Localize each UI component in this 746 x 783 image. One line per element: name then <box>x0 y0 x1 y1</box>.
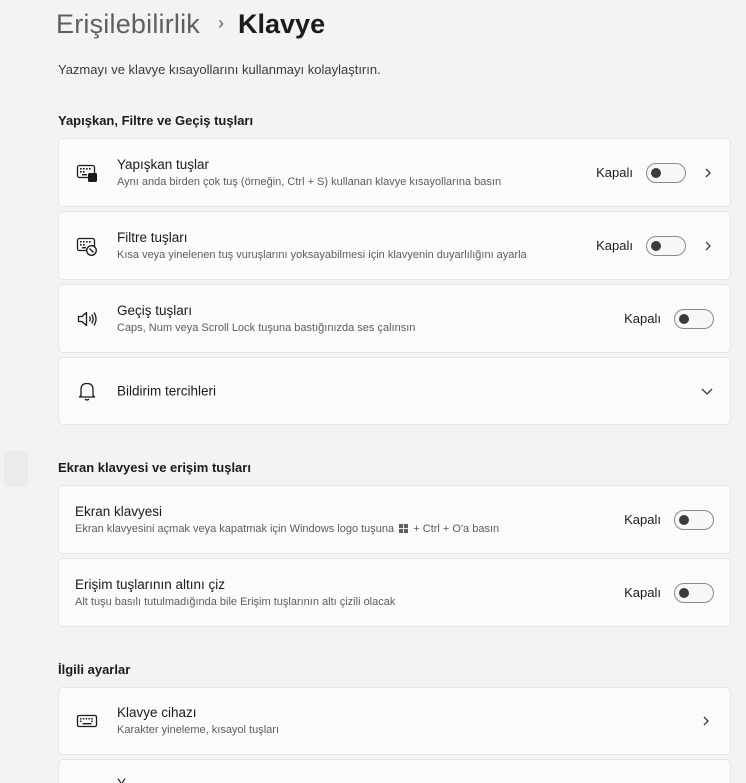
toggle-keys-state-label: Kapalı <box>624 311 661 326</box>
onscreen-keyboard-desc-part1: Ekran klavyesini açmak veya kapatmak içi… <box>75 522 395 535</box>
filter-keys-toggle[interactable] <box>646 235 686 256</box>
access-keys-controls: Kapalı <box>624 582 714 603</box>
access-keys-toggle[interactable] <box>674 582 714 603</box>
notification-preferences-text: Bildirim tercihleri <box>117 383 216 400</box>
toggle-keys-toggle[interactable] <box>674 308 714 329</box>
filter-keys-icon <box>76 235 98 257</box>
sticky-keys-card[interactable]: Yapışkan tuşlar Aynı anda birden çok tuş… <box>58 138 731 207</box>
windows-logo-icon <box>399 523 409 533</box>
toggle-knob <box>679 587 689 598</box>
toggle-knob <box>651 240 661 251</box>
sidebar-edge[interactable] <box>4 451 28 487</box>
onscreen-keyboard-state-label: Kapalı <box>624 512 661 527</box>
toggle-keys-description: Caps, Num veya Scroll Lock tuşuna bastığ… <box>117 321 416 334</box>
sticky-keys-description: Aynı anda birden çok tuş (örneğin, Ctrl … <box>117 175 502 188</box>
sticky-keys-title: Yapışkan tuşlar <box>117 156 210 172</box>
section-title-related-settings: İlgili ayarlar <box>58 662 131 677</box>
breadcrumb-parent-link[interactable]: Erişilebilirlik <box>56 9 200 40</box>
toggle-keys-controls: Kapalı <box>624 308 714 329</box>
access-keys-title: Erişim tuşlarının altını çiz <box>75 576 226 592</box>
page-title: Klavye <box>238 8 326 39</box>
access-keys-state-label: Kapalı <box>624 585 661 600</box>
toggle-knob <box>679 514 689 525</box>
access-keys-card: Erişim tuşlarının altını çiz Alt tuşu ba… <box>58 558 731 627</box>
onscreen-keyboard-description: Ekran klavyesini açmak veya kapatmak içi… <box>75 522 499 537</box>
toggle-knob <box>679 313 689 324</box>
section-title-onscreen-access: Ekran klavyesi ve erişim tuşları <box>58 460 251 475</box>
filter-keys-state-label: Kapalı <box>596 238 633 253</box>
notification-preferences-card[interactable]: Bildirim tercihleri <box>58 357 731 425</box>
onscreen-keyboard-desc-part2: + Ctrl + O'a basın <box>413 522 500 535</box>
toggle-keys-text: Geçiş tuşları Caps, Num veya Scroll Lock… <box>117 302 415 336</box>
filter-keys-text: Filtre tuşları Kısa veya yinelenen tuş v… <box>117 229 527 263</box>
onscreen-keyboard-card: Ekran klavyesi Ekran klavyesini açmak ve… <box>58 485 731 554</box>
toggle-keys-card: Geçiş tuşları Caps, Num veya Scroll Lock… <box>58 284 731 353</box>
bell-icon <box>76 380 98 402</box>
filter-keys-controls: Kapalı <box>596 235 714 256</box>
onscreen-keyboard-controls: Kapalı <box>624 509 714 530</box>
sticky-keys-icon <box>76 162 98 184</box>
keyboard-icon <box>76 710 98 732</box>
sticky-keys-controls: Kapalı <box>596 162 714 183</box>
sticky-keys-text: Yapışkan tuşlar Aynı anda birden çok tuş… <box>117 156 501 190</box>
section-title-sticky-filter-toggle: Yapışkan, Filtre ve Geçiş tuşları <box>58 113 254 128</box>
sticky-keys-toggle[interactable] <box>646 162 686 183</box>
toggle-keys-title: Geçiş tuşları <box>117 302 193 318</box>
filter-keys-title: Filtre tuşları <box>117 229 188 245</box>
toggle-knob <box>651 167 661 178</box>
access-keys-description: Alt tuşu basılı tutulmadığında bile Eriş… <box>75 595 396 608</box>
keyboard-device-description: Karakter yineleme, kısayol tuşları <box>117 724 280 736</box>
keyboard-device-text: Klavye cihazı Karakter yineleme, kısayol… <box>117 704 279 738</box>
speaker-icon <box>76 308 98 330</box>
settings-page: Erişilebilirlik › Klavye Yazmayı ve klav… <box>0 0 746 783</box>
partial-card-title: Y <box>117 776 126 783</box>
keyboard-device-title: Klavye cihazı <box>117 705 197 720</box>
notification-preferences-title: Bildirim tercihleri <box>117 383 217 399</box>
breadcrumb: Erişilebilirlik › Klavye <box>56 4 325 44</box>
filter-keys-description: Kısa veya yinelenen tuş vuruşlarını yoks… <box>117 248 527 261</box>
chevron-down-icon[interactable] <box>700 384 714 398</box>
chevron-right-icon <box>703 716 709 726</box>
keyboard-device-card[interactable]: Klavye cihazı Karakter yineleme, kısayol… <box>58 687 731 755</box>
breadcrumb-chevron-icon: › <box>218 12 225 33</box>
chevron-right-icon <box>705 241 711 250</box>
onscreen-keyboard-toggle[interactable] <box>674 509 714 530</box>
onscreen-keyboard-title: Ekran klavyesi <box>75 503 163 519</box>
page-subtitle: Yazmayı ve klavye kısayollarını kullanma… <box>58 62 381 77</box>
partial-card[interactable]: Y <box>58 759 731 783</box>
onscreen-keyboard-text: Ekran klavyesi Ekran klavyesini açmak ve… <box>75 503 499 537</box>
sticky-keys-state-label: Kapalı <box>596 165 633 180</box>
filter-keys-card[interactable]: Filtre tuşları Kısa veya yinelenen tuş v… <box>58 211 731 280</box>
access-keys-text: Erişim tuşlarının altını çiz Alt tuşu ba… <box>75 576 395 610</box>
chevron-right-icon <box>705 168 711 177</box>
